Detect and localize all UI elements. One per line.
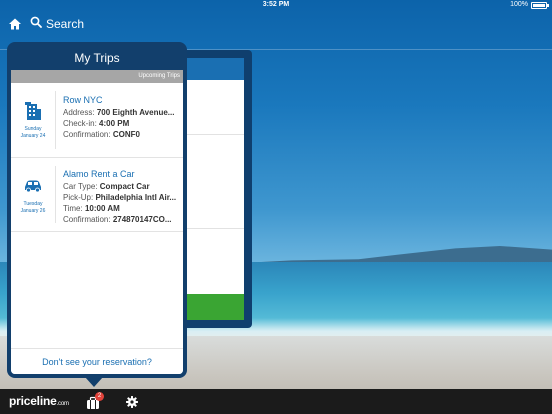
trip-date: Sunday January 24 <box>11 83 55 157</box>
popover-body: Upcoming Trips Sunday January 24 Row NYC… <box>11 70 183 374</box>
popover-arrow <box>85 377 103 387</box>
checkin-value: 4:00 PM <box>99 119 130 128</box>
hotel-icon <box>22 100 44 122</box>
background-panel-content <box>182 58 244 320</box>
trip-cartype-row: Car Type: Compact Car <box>63 181 183 192</box>
confirmation-value: CONF0 <box>112 130 140 139</box>
background-panel-header <box>182 58 244 80</box>
search-button[interactable]: Search <box>30 16 84 32</box>
priceline-logo: priceline.com <box>9 394 69 408</box>
missing-reservation-link[interactable]: Don't see your reservation? <box>11 348 183 374</box>
search-label: Search <box>46 17 85 31</box>
battery-percentage: 100% <box>510 1 528 8</box>
trip-day: Tuesday <box>23 200 43 207</box>
trip-item-hotel[interactable]: Sunday January 24 Row NYC Address: 700 E… <box>11 83 183 158</box>
trip-date: Tuesday January 26 <box>11 158 55 231</box>
time-label: Time: <box>63 204 83 213</box>
trip-confirmation-row: Confirmation: 274870147CO... <box>63 214 183 225</box>
top-nav: Search <box>0 11 552 50</box>
trip-date-text: January 26 <box>20 207 46 214</box>
trip-date-text: January 24 <box>20 133 46 139</box>
divider <box>182 228 244 229</box>
address-value: 700 Eighth Avenue... <box>96 108 175 117</box>
battery-icon <box>531 2 549 9</box>
checkin-label: Check-in: <box>63 119 97 128</box>
status-bar: 3:52 PM 100% <box>0 0 552 11</box>
pickup-label: Pick-Up: <box>63 193 94 202</box>
address-label: Address: <box>63 108 95 117</box>
trips-count-badge: 2 <box>95 392 104 401</box>
trip-name: Row NYC <box>63 95 103 105</box>
pickup-value: Philadelphia Intl Air... <box>95 193 177 202</box>
search-icon <box>30 15 42 33</box>
trip-name: Alamo Rent a Car <box>63 169 135 179</box>
confirmation-value: 274870147CO... <box>112 215 172 224</box>
cartype-label: Car Type: <box>63 182 98 191</box>
trip-divider <box>55 91 56 149</box>
trip-divider <box>55 166 56 223</box>
confirmation-label: Confirmation: <box>63 215 111 224</box>
car-icon <box>22 175 44 197</box>
trip-time-row: Time: 10:00 AM <box>63 203 183 214</box>
home-icon[interactable] <box>8 17 22 31</box>
trip-pickup-row: Pick-Up: Philadelphia Intl Air... <box>63 192 183 203</box>
trip-day: Sunday <box>24 126 42 132</box>
status-time: 3:52 PM <box>262 1 290 8</box>
divider <box>182 134 244 135</box>
background-panel-button[interactable] <box>182 294 244 320</box>
trip-details: Row NYC Address: 700 Eighth Avenue... Ch… <box>63 94 183 140</box>
trip-item-car[interactable]: Tuesday January 26 Alamo Rent a Car Car … <box>11 158 183 232</box>
section-header-upcoming-trips: Upcoming Trips <box>11 70 183 83</box>
trip-address-row: Address: 700 Eighth Avenue... <box>63 107 183 118</box>
trip-checkin-row: Check-in: 4:00 PM <box>63 118 183 129</box>
popover-title: My Trips <box>74 51 120 65</box>
gear-icon[interactable] <box>125 395 139 409</box>
my-trips-popover: My Trips Upcoming Trips Sunday January 2… <box>7 42 187 378</box>
brand-name: priceline <box>9 394 57 408</box>
trip-confirmation-row: Confirmation: CONF0 <box>63 129 183 140</box>
trip-details: Alamo Rent a Car Car Type: Compact Car P… <box>63 168 183 225</box>
time-value: 10:00 AM <box>84 204 120 213</box>
brand-suffix: .com <box>56 401 69 407</box>
bottom-toolbar: priceline.com 2 <box>0 389 552 414</box>
cartype-value: Compact Car <box>99 182 150 191</box>
confirmation-label: Confirmation: <box>63 130 111 139</box>
